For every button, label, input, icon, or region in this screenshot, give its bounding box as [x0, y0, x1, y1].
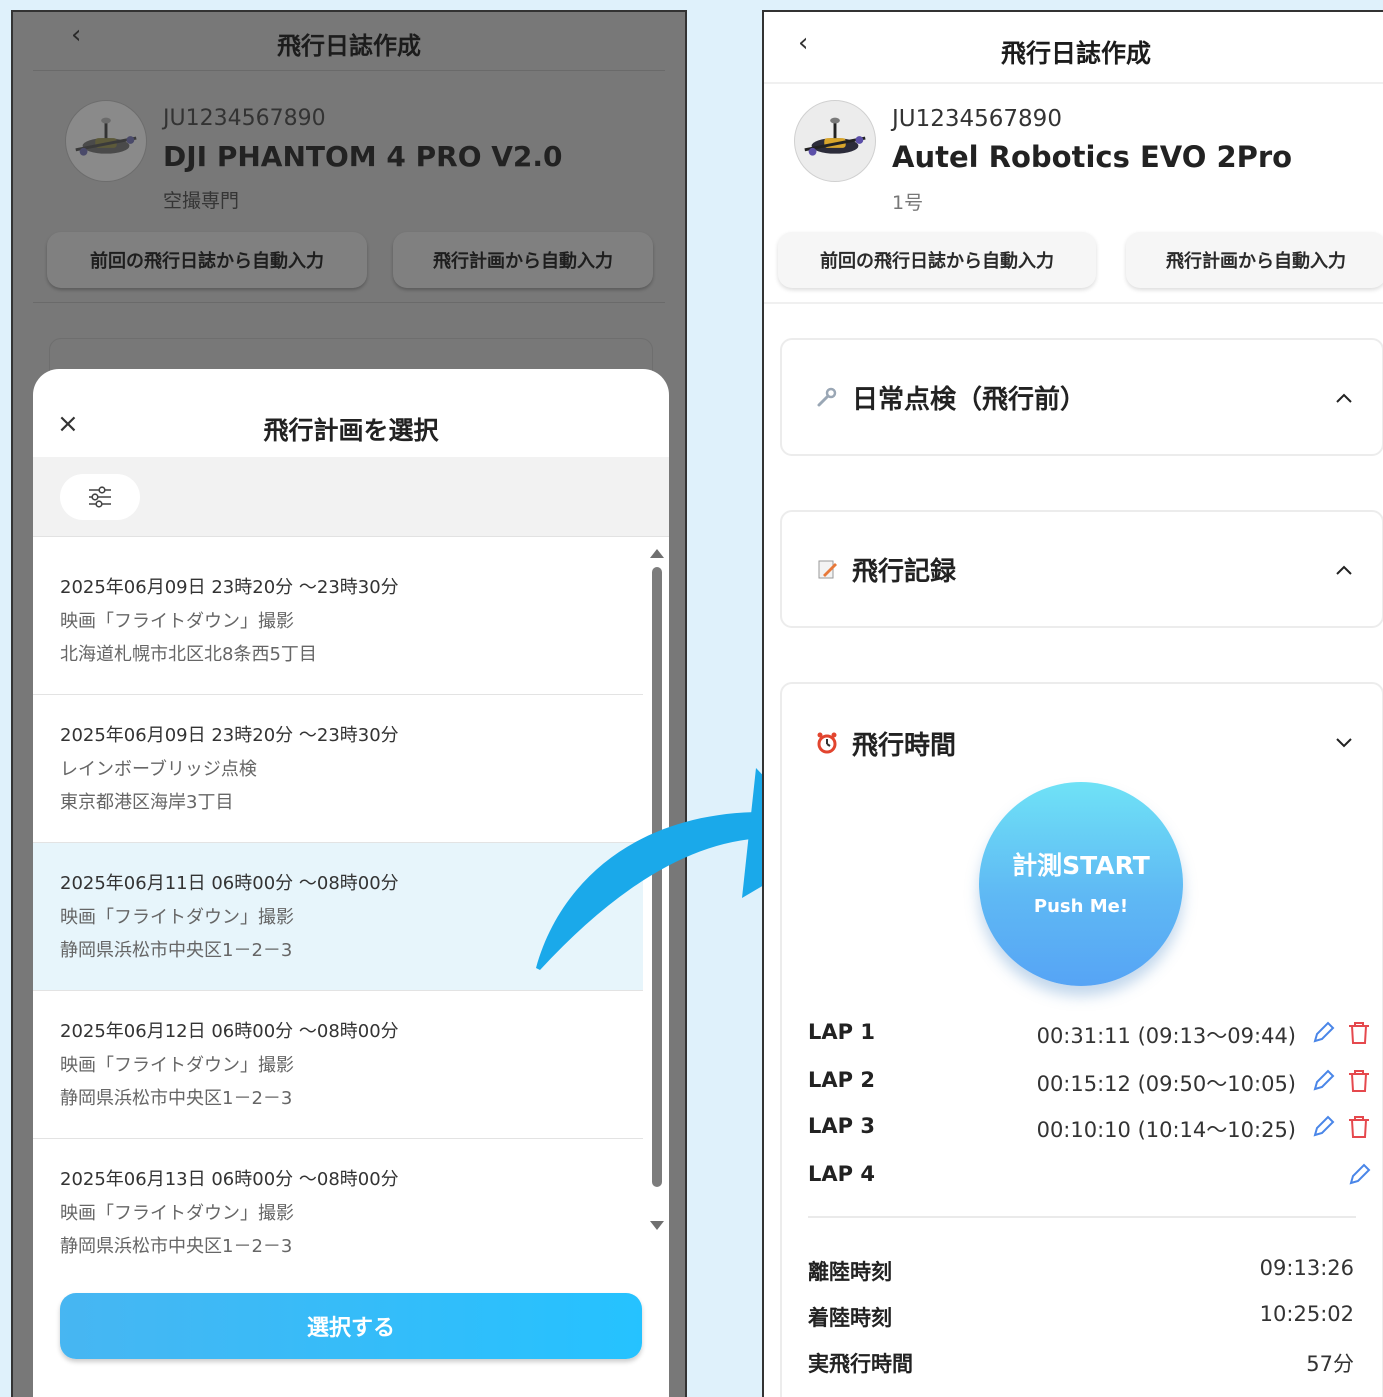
wrench-icon: [814, 384, 840, 410]
lap-label: LAP 3: [808, 1114, 875, 1138]
plan-datetime: 2025年06月09日 23時20分 ～23時30分: [60, 577, 399, 598]
plan-address: 北海道札幌市北区北8条西5丁目: [60, 644, 317, 665]
uav-nickname: 1号: [892, 192, 924, 214]
header-divider: [33, 70, 665, 71]
lap-row: LAP 4: [808, 1156, 1378, 1196]
lap-duration: 00:15:12 (09:50～10:05): [1036, 1072, 1296, 1096]
trash-icon[interactable]: [1346, 1114, 1372, 1140]
plan-title: 映画「フライトダウン」撮影: [60, 611, 294, 632]
lap-label: LAP 4: [808, 1162, 875, 1186]
select-button[interactable]: 選択する: [60, 1293, 642, 1359]
section-title: 飛行記録: [852, 556, 957, 587]
summary-label: 着陸時刻: [808, 1306, 892, 1330]
pencil-icon[interactable]: [1346, 1162, 1372, 1188]
auto-fill-from-flight-plan-button[interactable]: 飛行計画から自動入力: [393, 232, 653, 288]
auto-fill-from-flight-plan-button[interactable]: 飛行計画から自動入力: [1126, 232, 1383, 288]
lap-duration: 00:31:11 (09:13～09:44): [1036, 1024, 1296, 1048]
plan-datetime: 2025年06月13日 06時00分 ～08時00分: [60, 1169, 399, 1190]
chevron-down-icon[interactable]: [1332, 730, 1356, 754]
filter-bar: [33, 457, 669, 537]
plan-datetime: 2025年06月12日 06時00分 ～08時00分: [60, 1021, 399, 1042]
summary-value: 57分: [1306, 1352, 1354, 1376]
summary-label: 実飛行時間: [808, 1352, 913, 1376]
pencil-icon[interactable]: [1310, 1068, 1336, 1094]
summary-value: 10:25:02: [1259, 1302, 1354, 1326]
chevron-up-icon[interactable]: [1332, 558, 1356, 582]
uav-model-name: Autel Robotics EVO 2Pro: [892, 140, 1293, 174]
sheet-title: 飛行計画を選択: [263, 416, 439, 445]
plan-title: 映画「フライトダウン」撮影: [60, 1055, 294, 1076]
summary-row: 離陸時刻 09:13:26: [808, 1252, 1354, 1292]
filter-button[interactable]: [60, 474, 140, 520]
lap-duration: 00:10:10 (10:14～10:25): [1036, 1118, 1296, 1142]
section-header: 飛行記録: [814, 512, 956, 626]
summary-divider: [808, 1216, 1356, 1218]
page-title: 飛行日誌作成: [1000, 39, 1151, 68]
start-button-sublabel: Push Me!: [1033, 896, 1129, 917]
uav-registration-id: JU1234567890: [163, 106, 326, 131]
summary-label: 離陸時刻: [808, 1260, 892, 1284]
start-button-label: 計測START: [1012, 851, 1150, 880]
flight-plan-item[interactable]: 2025年06月12日 06時00分 ～08時00分 映画「フライトダウン」撮影…: [33, 991, 643, 1139]
plan-datetime: 2025年06月09日 23時20分 ～23時30分: [60, 725, 399, 746]
auto-fill-from-previous-log-button[interactable]: 前回の飛行日誌から自動入力: [778, 232, 1096, 288]
section-divider: [33, 302, 665, 303]
uav-registration-id: JU1234567890: [892, 106, 1062, 132]
lap-row: LAP 3 00:10:10 (10:14～10:25): [808, 1108, 1378, 1148]
daily-inspection-section[interactable]: 日常点検（飛行前）: [780, 338, 1383, 456]
scroll-up-icon[interactable]: [650, 549, 664, 558]
left-phone-screen: ‹ 飛行日誌作成 JU1234567890 DJI PHANTOM 4 PRO …: [11, 10, 687, 1397]
summary-row: 着陸時刻 10:25:02: [808, 1298, 1354, 1338]
section-title: 日常点検（飛行前）: [852, 384, 1087, 415]
lap-row: LAP 1 00:31:11 (09:13～09:44): [808, 1014, 1378, 1054]
scroll-down-icon[interactable]: [650, 1221, 664, 1230]
flight-plan-item[interactable]: 2025年06月09日 23時20分 ～23時30分 映画「フライトダウン」撮影…: [33, 547, 643, 695]
section-title: 飛行時間: [852, 730, 957, 761]
lap-label: LAP 1: [808, 1020, 875, 1044]
lap-row: LAP 2 00:15:12 (09:50～10:05): [808, 1062, 1378, 1102]
trash-icon[interactable]: [1346, 1020, 1372, 1046]
drone-avatar: [65, 100, 147, 182]
pencil-icon[interactable]: [1310, 1020, 1336, 1046]
summary-row: 実飛行時間 57分: [808, 1344, 1354, 1384]
alarm-clock-icon: [814, 730, 840, 756]
plan-address: 静岡県浜松市中央区1－2－3: [60, 1236, 293, 1257]
summary-value: 09:13:26: [1259, 1256, 1354, 1280]
sliders-icon: [89, 486, 111, 508]
trash-icon[interactable]: [1346, 1068, 1372, 1094]
lap-label: LAP 2: [808, 1068, 875, 1092]
drone-icon: [75, 117, 137, 156]
flight-plan-item[interactable]: 2025年06月13日 06時00分 ～08時00分 映画「フライトダウン」撮影…: [33, 1139, 643, 1287]
memo-icon: [814, 556, 840, 582]
header-divider: [764, 82, 1383, 84]
drone-avatar: [794, 100, 876, 182]
plan-address: 静岡県浜松市中央区1－2－3: [60, 1088, 293, 1109]
pencil-icon[interactable]: [1310, 1114, 1336, 1140]
section-header[interactable]: 飛行時間: [814, 684, 956, 802]
flight-record-section[interactable]: 飛行記録: [780, 510, 1383, 628]
auto-fill-from-previous-log-button[interactable]: 前回の飛行日誌から自動入力: [47, 232, 367, 288]
right-phone-screen: ‹ 飛行日誌作成 JU1234567890 Autel Robotics EVO…: [762, 10, 1383, 1397]
uav-nickname: 空撮専門: [163, 190, 240, 212]
page-title: 飛行日誌作成: [277, 32, 421, 60]
measure-start-button[interactable]: 計測START Push Me!: [979, 782, 1183, 986]
drone-icon: [804, 117, 866, 156]
plan-title: 映画「フライトダウン」撮影: [60, 1203, 294, 1224]
chevron-up-icon[interactable]: [1332, 386, 1356, 410]
section-divider: [764, 302, 1383, 304]
section-header: 日常点検（飛行前）: [814, 340, 1086, 454]
header: ‹ 飛行日誌作成: [13, 12, 685, 70]
uav-model-name: DJI PHANTOM 4 PRO V2.0: [163, 140, 563, 173]
